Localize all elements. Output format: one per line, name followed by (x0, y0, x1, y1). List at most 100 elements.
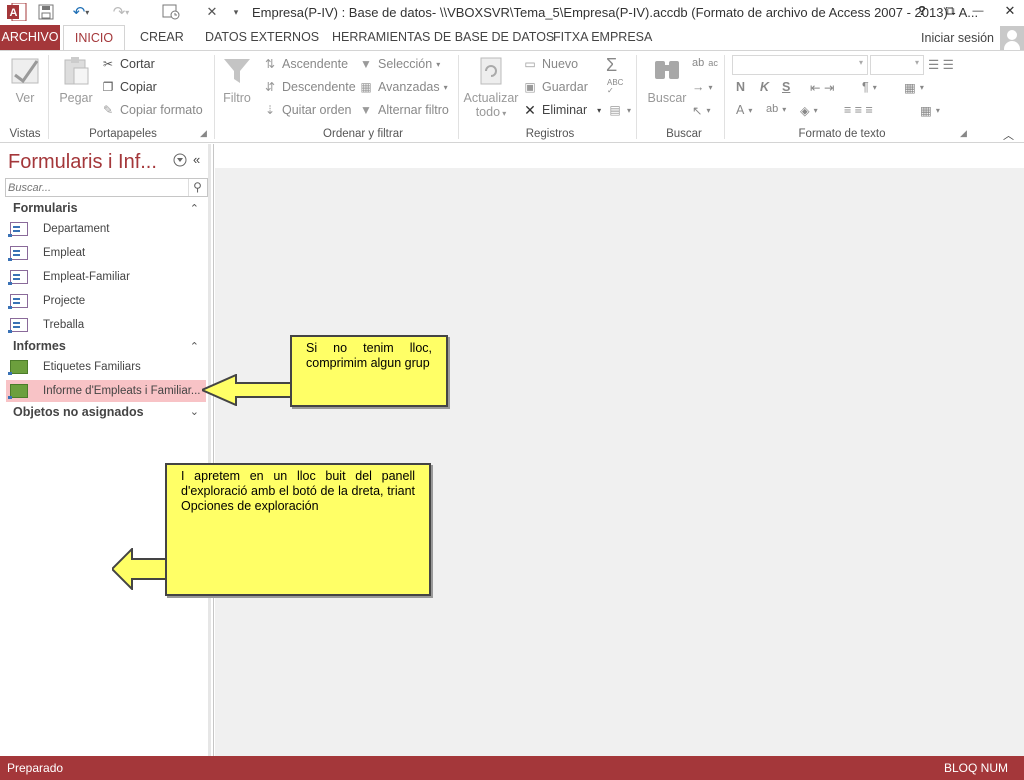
bullets-icon[interactable]: ☰ ☰ (928, 57, 954, 72)
font-name-box[interactable]: ▾ (732, 55, 868, 75)
nav-menu-icon[interactable] (173, 153, 187, 167)
tab-fitxa-empresa[interactable]: FITXA EMPRESA (543, 25, 662, 50)
nav-title[interactable]: Formularis i Inf... (8, 151, 157, 174)
group-header-objetos[interactable]: Objetos no asignados (13, 405, 144, 419)
find-button[interactable]: Buscar (644, 55, 690, 105)
select-icon[interactable]: ↖ ▾ (692, 103, 711, 118)
underline-icon[interactable]: S (782, 80, 790, 94)
form-view-icon[interactable] (160, 3, 182, 21)
replace-icon[interactable]: ab ac (692, 57, 718, 69)
spelling-icon[interactable]: ABC ✓ (607, 79, 623, 95)
selection-icon: ▼ (360, 57, 372, 71)
copy-button[interactable]: ❐ Copiar (100, 80, 157, 94)
advanced-button[interactable]: ▦ Avanzadas ▾ (358, 80, 447, 94)
font-color-icon[interactable]: A ▾ (736, 103, 752, 117)
group-header-formularis[interactable]: Formularis (13, 201, 78, 215)
group-label-buscar: Buscar (666, 128, 702, 140)
customize-icon[interactable]: ▾ (229, 3, 243, 21)
find-icon (655, 61, 679, 79)
close-db-icon[interactable]: ✕ (203, 3, 221, 21)
view-icon (11, 58, 39, 84)
filter-button[interactable]: Filtro (220, 55, 254, 105)
tab-archivo[interactable]: ARCHIVO (0, 25, 60, 50)
list-item[interactable]: Empleat (6, 242, 206, 264)
fill-icon[interactable]: ◈ ▾ (800, 103, 818, 118)
callout-arrow-2 (112, 548, 172, 590)
toggle-filter-icon: ▼ (360, 103, 372, 117)
format-painter-icon: ✎ (102, 103, 114, 117)
callout-note-1: Si no tenim lloc, comprimim algun grup (290, 335, 448, 407)
format-painter-button[interactable]: ✎ Copiar formato (100, 103, 203, 117)
tab-crear[interactable]: CREAR (130, 25, 194, 50)
tab-datos-externos[interactable]: DATOS EXTERNOS (195, 25, 329, 50)
chevron-icon[interactable]: ⌃ (190, 340, 199, 353)
list-item[interactable]: Etiquetes Familiars (6, 356, 206, 378)
collapse-ribbon-icon[interactable]: ︿ (1003, 127, 1014, 143)
redo-icon[interactable]: ↷ ▾ (106, 3, 136, 21)
search-icon[interactable]: ⚲ (188, 179, 206, 196)
minimize-button[interactable]: — (966, 5, 990, 17)
goto-icon[interactable]: → ▾ (692, 80, 713, 94)
group-label-vistas: Vistas (9, 128, 41, 140)
italic-icon[interactable]: K (760, 80, 769, 94)
advanced-icon: ▦ (360, 80, 372, 94)
shutter-open-icon[interactable]: « (193, 152, 200, 167)
align-icons[interactable]: ≡ ≡ ≡ (844, 103, 873, 117)
save-icon[interactable] (36, 3, 56, 21)
tab-inicio[interactable]: INICIO (63, 25, 125, 50)
close-button[interactable]: ✕ (998, 3, 1022, 19)
highlight-icon[interactable]: ab ▾ (766, 103, 786, 115)
window-title: Empresa(P-IV) : Base de datos- \\VBOXSVR… (252, 5, 979, 20)
sort-desc-button[interactable]: ⇵ Descendente (262, 80, 356, 94)
paste-button[interactable]: Pegar (56, 55, 96, 105)
refresh-all-button[interactable]: Actualizar todo ▾ (462, 55, 520, 119)
form-icon (8, 318, 28, 333)
save-record-icon: ▣ (524, 80, 536, 94)
navigation-pane[interactable]: Formularis i Inf... « ⚲ Formularis ⌃ Dep… (0, 144, 214, 756)
help-button[interactable]: ? (910, 3, 934, 18)
cut-icon: ✂ (102, 57, 114, 71)
sort-desc-icon: ⇵ (264, 80, 276, 94)
group-header-informes[interactable]: Informes (13, 339, 66, 353)
save-record-button[interactable]: ▣ Guardar (522, 80, 588, 94)
copy-icon: ❐ (102, 80, 114, 94)
font-size-box[interactable]: ▾ (870, 55, 924, 75)
delete-button[interactable]: ✕ Eliminar ▾ (522, 103, 601, 117)
list-item[interactable]: Empleat-Familiar (6, 266, 206, 288)
formato-launcher[interactable]: ◢ (960, 128, 967, 139)
chevron-icon[interactable]: ⌄ (190, 405, 199, 418)
new-record-button[interactable]: ▭ Nuevo (522, 57, 578, 71)
view-button[interactable]: Ver (6, 55, 44, 105)
list-item[interactable]: Departament (6, 218, 206, 240)
selection-button[interactable]: ▼ Selección ▾ (358, 57, 440, 71)
undo-icon[interactable]: ↶ ▾ (66, 3, 96, 21)
form-icon (8, 222, 28, 237)
chevron-icon[interactable]: ⌃ (190, 202, 199, 215)
alt-row-icon[interactable]: ▦ ▾ (920, 103, 940, 118)
user-avatar-icon[interactable] (1000, 26, 1024, 50)
gridlines-icon[interactable]: ▦ ▾ (904, 80, 924, 95)
delete-icon: ✕ (524, 102, 536, 118)
nav-search: ⚲ (5, 178, 208, 197)
new-record-icon: ▭ (524, 57, 536, 71)
totals-icon[interactable]: Σ (606, 55, 617, 76)
ribbon-display-button[interactable]: ⧉ (938, 3, 962, 19)
list-item-selected[interactable]: Informe d'Empleats i Familiar... (6, 380, 206, 402)
search-input[interactable] (6, 179, 186, 196)
toggle-filter-button[interactable]: ▼ Alternar filtro (358, 103, 449, 117)
clear-sort-button[interactable]: ⇣ Quitar orden (262, 103, 352, 117)
sort-asc-button[interactable]: ⇅ Ascendente (262, 57, 348, 71)
tab-herramientas[interactable]: HERRAMIENTAS DE BASE DE DATOS (322, 25, 564, 50)
work-area[interactable] (215, 144, 1024, 756)
callout-note-2: I apretem en un lloc buit del panell d'e… (165, 463, 431, 596)
bold-icon[interactable]: N (736, 80, 745, 94)
indent-icons[interactable]: ⇤ ⇥ (810, 80, 834, 95)
portapapeles-launcher[interactable]: ◢ (200, 128, 207, 139)
cut-button[interactable]: ✂ Cortar (100, 57, 155, 71)
signin-link[interactable]: Iniciar sesión (921, 31, 994, 45)
list-item[interactable]: Treballa (6, 314, 206, 336)
paragraph-icon[interactable]: ¶ ▾ (862, 80, 877, 94)
more-icon[interactable]: ▤ ▾ (607, 103, 631, 117)
list-item[interactable]: Projecte (6, 290, 206, 312)
access-logo-icon[interactable]: A (6, 3, 28, 21)
